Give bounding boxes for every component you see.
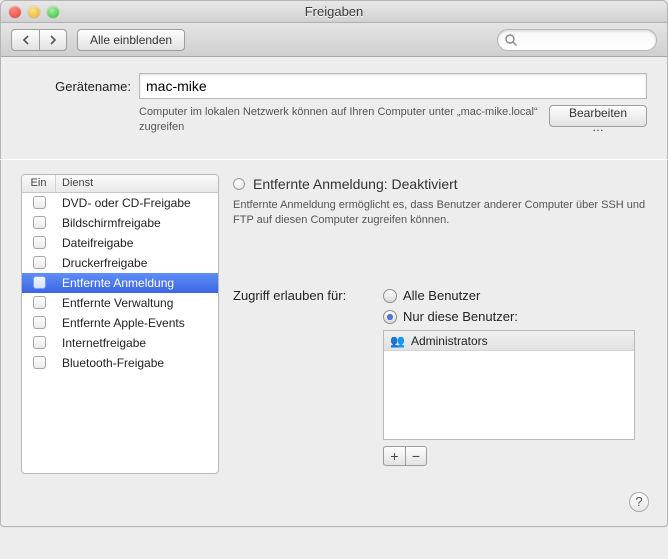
service-checkbox[interactable]	[33, 336, 46, 349]
services-list-body[interactable]: DVD- oder CD-Freigabe Bildschirmfreigabe D…	[22, 193, 218, 473]
service-row[interactable]: Bildschirmfreigabe	[22, 213, 218, 233]
forward-button[interactable]	[39, 29, 67, 51]
service-label: Entfernte Anmeldung	[56, 276, 218, 290]
services-list: Ein Dienst DVD- oder CD-Freigabe Bildschi…	[21, 174, 219, 474]
service-status: Entfernte Anmeldung: Deaktiviert	[233, 176, 647, 192]
col-on: Ein	[22, 175, 56, 192]
service-label: Bildschirmfreigabe	[56, 216, 218, 230]
chevron-left-icon	[21, 35, 31, 45]
titlebar: Freigaben	[1, 1, 667, 23]
service-label: Entfernte Verwaltung	[56, 296, 218, 310]
user-list-controls: + −	[383, 446, 635, 466]
service-row[interactable]: Bluetooth-Freigabe	[22, 353, 218, 373]
radio-only-label: Nur diese Benutzer:	[403, 309, 518, 324]
back-button[interactable]	[11, 29, 39, 51]
service-checkbox[interactable]	[33, 196, 46, 209]
search-input[interactable]	[497, 29, 657, 51]
service-status-title: Entfernte Anmeldung: Deaktiviert	[253, 176, 458, 192]
service-row[interactable]: Entfernte Verwaltung	[22, 293, 218, 313]
radio-all-input[interactable]	[383, 289, 397, 303]
user-label: Administrators	[411, 334, 488, 348]
service-checkbox[interactable]	[33, 356, 46, 369]
service-row[interactable]: Dateifreigabe	[22, 233, 218, 253]
remove-user-button[interactable]: −	[405, 446, 427, 466]
access-block: Zugriff erlauben für: Alle Benutzer Nur …	[233, 288, 647, 466]
window-title: Freigaben	[1, 4, 667, 19]
user-row[interactable]: 👥 Administrators	[384, 331, 634, 351]
allowed-users-list[interactable]: 👥 Administrators	[383, 330, 635, 440]
service-label: Bluetooth-Freigabe	[56, 356, 218, 370]
radio-only-input[interactable]	[383, 310, 397, 324]
footer: ?	[1, 486, 667, 526]
service-label: Dateifreigabe	[56, 236, 218, 250]
chevron-right-icon	[48, 35, 58, 45]
radio-only-users[interactable]: Nur diese Benutzer:	[383, 309, 635, 324]
nav-segment	[11, 29, 67, 51]
add-user-button[interactable]: +	[383, 446, 405, 466]
services-list-header: Ein Dienst	[22, 175, 218, 193]
device-name-input[interactable]	[139, 73, 647, 99]
edit-hostname-button[interactable]: Bearbeiten …	[549, 105, 647, 127]
service-row[interactable]: Internetfreigabe	[22, 333, 218, 353]
status-indicator-icon	[233, 178, 245, 190]
service-row[interactable]: DVD- oder CD-Freigabe	[22, 193, 218, 213]
service-checkbox[interactable]	[33, 296, 46, 309]
toolbar: Alle einblenden	[1, 23, 667, 57]
service-checkbox[interactable]	[33, 236, 46, 249]
search-field	[497, 29, 657, 51]
show-all-button[interactable]: Alle einblenden	[77, 29, 185, 51]
service-row[interactable]: Entfernte Anmeldung	[22, 273, 218, 293]
main-split: Ein Dienst DVD- oder CD-Freigabe Bildschi…	[1, 160, 667, 486]
radio-all-users[interactable]: Alle Benutzer	[383, 288, 635, 303]
service-row[interactable]: Druckerfreigabe	[22, 253, 218, 273]
service-label: DVD- oder CD-Freigabe	[56, 196, 218, 210]
access-label: Zugriff erlauben für:	[233, 288, 383, 303]
service-status-desc: Entfernte Anmeldung ermöglicht es, dass …	[233, 198, 647, 229]
users-icon: 👥	[390, 334, 405, 348]
service-checkbox[interactable]	[33, 256, 46, 269]
service-label: Entfernte Apple-Events	[56, 316, 218, 330]
radio-all-label: Alle Benutzer	[403, 288, 480, 303]
col-service: Dienst	[56, 175, 218, 192]
service-label: Internetfreigabe	[56, 336, 218, 350]
device-name-section: Gerätename: Computer im lokalen Netzwerk…	[1, 57, 667, 145]
service-checkbox[interactable]	[33, 316, 46, 329]
sharing-prefpane-window: Freigaben Alle einblenden Gerätename: Co…	[0, 0, 668, 527]
search-icon	[504, 33, 518, 47]
service-checkbox[interactable]	[33, 216, 46, 229]
device-name-hint: Computer im lokalen Netzwerk können auf …	[139, 105, 539, 135]
service-checkbox[interactable]	[33, 276, 46, 289]
service-label: Druckerfreigabe	[56, 256, 218, 270]
service-row[interactable]: Entfernte Apple-Events	[22, 313, 218, 333]
device-name-label: Gerätename:	[21, 79, 131, 94]
service-detail: Entfernte Anmeldung: Deaktiviert Entfern…	[233, 174, 647, 474]
help-button[interactable]: ?	[629, 492, 649, 512]
